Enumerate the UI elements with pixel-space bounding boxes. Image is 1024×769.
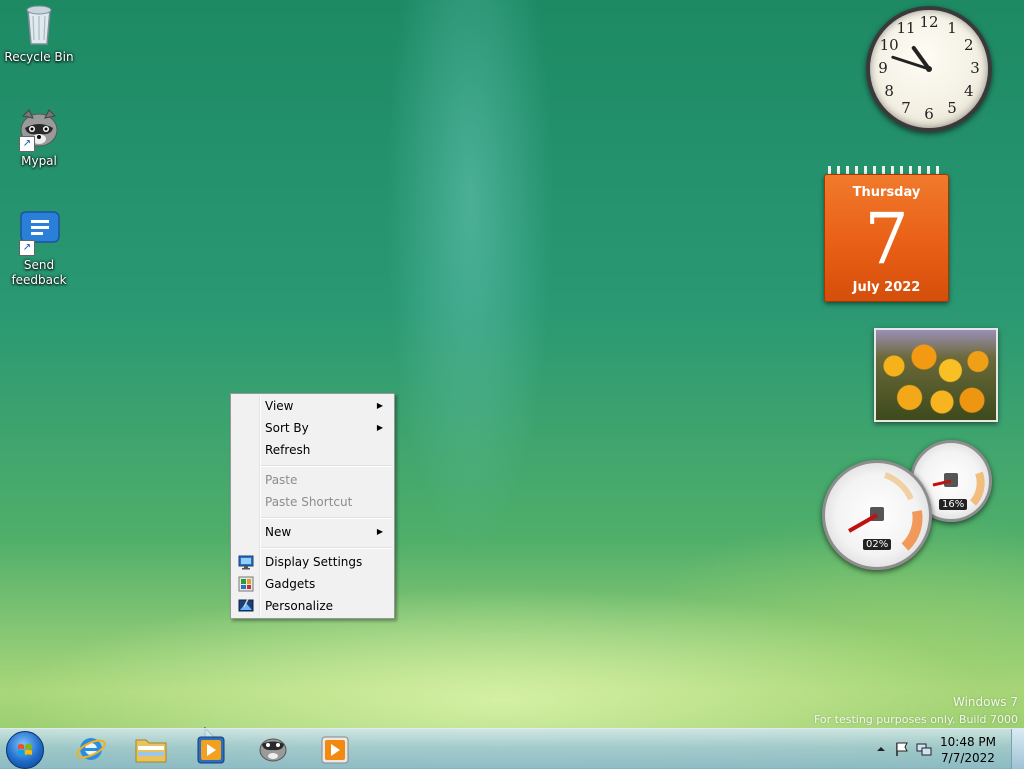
- menu-item-label: View: [265, 399, 294, 413]
- start-button[interactable]: [6, 731, 44, 769]
- watermark-build-text: For testing purposes only. Build 7000: [813, 713, 1018, 726]
- menu-item-refresh[interactable]: Refresh: [233, 439, 392, 461]
- build-watermark: Windows 7 For testing purposes only. Bui…: [814, 694, 1018, 728]
- memory-percent: 16%: [939, 499, 968, 510]
- slideshow-gadget-photo[interactable]: [874, 328, 998, 422]
- taskbar-date: 7/7/2022: [941, 751, 995, 765]
- recycle-bin-icon: [15, 2, 63, 48]
- folder-icon: [135, 739, 167, 763]
- taskbar-mypal[interactable]: [250, 732, 296, 766]
- notification-area: 10:48 PM 7/7/2022: [864, 729, 1024, 769]
- clock-center-pin: [926, 66, 932, 72]
- menu-item-label: Personalize: [265, 599, 334, 613]
- calendar-day-number: 7: [864, 198, 909, 280]
- desktop-icon-send-feedback[interactable]: ↗ Send feedback: [4, 210, 74, 288]
- watermark-os-name: Windows 7: [952, 695, 1018, 709]
- mypal-raccoon-icon: ↗: [15, 106, 63, 152]
- desktop-icon-mypal[interactable]: ↗ Mypal: [4, 106, 74, 169]
- menu-item-gadgets[interactable]: Gadgets: [233, 573, 392, 595]
- menu-item-label: Sort By: [265, 421, 309, 435]
- menu-item-label: Refresh: [265, 443, 311, 457]
- display-settings-icon: [238, 555, 254, 570]
- menu-item-label: New: [265, 525, 292, 539]
- desktop-context-menu: View ▶ Sort By ▶ Refresh Paste Paste Sho…: [230, 393, 395, 619]
- clock-numeral: 1: [947, 19, 957, 38]
- show-hidden-icons-arrow-icon[interactable]: [876, 744, 886, 754]
- clock-numeral: 5: [947, 98, 957, 117]
- taskbar: 10:48 PM 7/7/2022: [0, 728, 1024, 769]
- taskbar-media-player[interactable]: [188, 732, 234, 766]
- personalize-icon: [238, 598, 254, 612]
- cpu-meter-dial[interactable]: 02%: [822, 460, 932, 570]
- internet-explorer-icon: [76, 738, 106, 760]
- clock-gadget[interactable]: 12 1 2 3 4 5 6 7 8 9 10 11: [866, 6, 992, 132]
- calendar-page: Thursday 7 July 2022: [824, 174, 949, 302]
- menu-separator: [261, 465, 392, 467]
- desktop-icon-recycle-bin[interactable]: Recycle Bin: [4, 2, 74, 65]
- clock-numeral: 10: [879, 36, 899, 54]
- taskbar-clock[interactable]: 10:48 PM 7/7/2022: [940, 734, 996, 766]
- media-player-icon: [197, 736, 225, 764]
- menu-item-display-settings[interactable]: Display Settings: [233, 551, 392, 573]
- calendar-gadget[interactable]: Thursday 7 July 2022: [824, 166, 949, 302]
- clock-numeral: 6: [924, 105, 934, 123]
- clock-numeral: 3: [970, 59, 980, 77]
- menu-item-paste-shortcut[interactable]: Paste Shortcut: [233, 491, 392, 513]
- clock-numeral: 11: [896, 19, 916, 38]
- menu-item-new[interactable]: New ▶: [233, 521, 392, 543]
- clock-numeral: 4: [964, 82, 974, 100]
- shortcut-arrow-icon: ↗: [19, 136, 35, 152]
- feedback-speech-bubble-icon: ↗: [15, 210, 63, 256]
- desktop-icon-label: Recycle Bin: [4, 50, 74, 64]
- menu-item-label: Display Settings: [265, 555, 363, 569]
- submenu-arrow-icon: ▶: [376, 401, 383, 410]
- mypal-raccoon-icon: [259, 738, 287, 762]
- shortcut-arrow-icon: ↗: [19, 240, 35, 256]
- gadgets-icon: [238, 576, 254, 592]
- menu-separator: [261, 547, 392, 549]
- taskbar-windows-explorer[interactable]: [128, 732, 174, 766]
- menu-item-personalize[interactable]: Personalize: [233, 595, 392, 617]
- menu-item-label: Paste: [265, 473, 298, 487]
- windows-flag-icon: [18, 744, 32, 755]
- menu-separator: [261, 517, 392, 519]
- network-icon[interactable]: [916, 741, 932, 757]
- cpu-gauge-icon: [848, 472, 923, 551]
- clock-numeral: 12: [919, 13, 939, 31]
- taskbar-internet-explorer[interactable]: [68, 732, 114, 766]
- menu-item-label: Paste Shortcut: [265, 495, 353, 509]
- taskbar-time: 10:48 PM: [940, 735, 996, 749]
- menu-item-view[interactable]: View ▶: [233, 395, 392, 417]
- media-center-icon: [321, 736, 349, 764]
- action-center-flag-icon[interactable]: [894, 741, 910, 757]
- submenu-arrow-icon: ▶: [376, 527, 383, 536]
- menu-item-sort-by[interactable]: Sort By ▶: [233, 417, 392, 439]
- menu-item-label: Gadgets: [265, 577, 316, 591]
- menu-item-paste[interactable]: Paste: [233, 469, 392, 491]
- clock-numeral: 7: [901, 98, 911, 117]
- clock-numeral: 9: [878, 59, 888, 77]
- clock-numeral: 2: [964, 36, 974, 54]
- cpu-percent: 02%: [863, 539, 892, 550]
- calendar-month-year: July 2022: [852, 280, 921, 295]
- clock-numeral: 8: [884, 82, 894, 100]
- desktop-icon-label: Send feedback: [11, 258, 67, 287]
- desktop-icon-label: Mypal: [21, 154, 57, 168]
- submenu-arrow-icon: ▶: [376, 423, 383, 432]
- show-desktop-button[interactable]: [1011, 729, 1024, 769]
- taskbar-media-center[interactable]: [312, 732, 358, 766]
